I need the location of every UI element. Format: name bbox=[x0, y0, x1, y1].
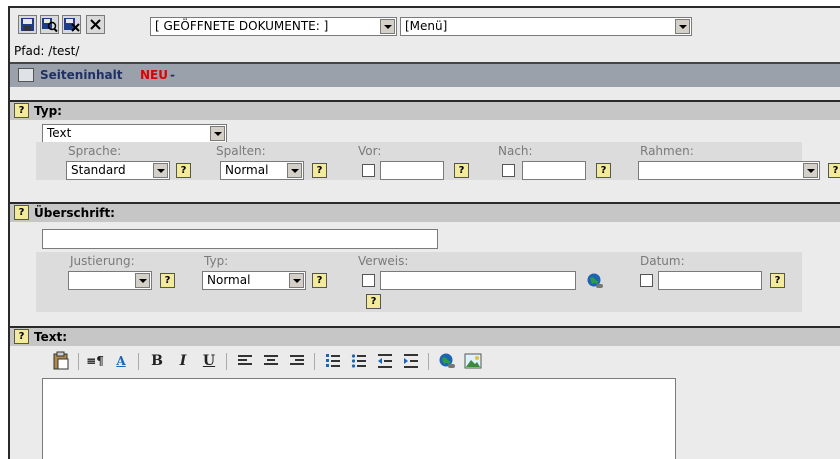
headline-typ-label: Typ: bbox=[204, 254, 229, 268]
nach-label: Nach: bbox=[498, 144, 533, 158]
paragraph-format-icon[interactable]: ≡¶ bbox=[84, 350, 106, 372]
rahmen-select[interactable] bbox=[638, 161, 820, 180]
typ-options-row: Sprache: Standard ? Spalten: Normal ? Vo… bbox=[36, 142, 820, 180]
save-and-close-icon[interactable] bbox=[62, 15, 81, 34]
headline-input[interactable] bbox=[42, 229, 438, 249]
help-icon[interactable]: ? bbox=[770, 273, 785, 288]
insert-link-icon[interactable] bbox=[436, 350, 458, 372]
save-icon[interactable] bbox=[18, 15, 37, 34]
section-typ-header: ? Typ: bbox=[10, 100, 840, 120]
unordered-list-icon[interactable] bbox=[348, 350, 370, 372]
new-badge: NEU bbox=[140, 68, 168, 82]
insert-image-icon[interactable] bbox=[462, 350, 484, 372]
datum-label: Datum: bbox=[640, 254, 685, 268]
datum-input[interactable] bbox=[658, 271, 762, 290]
bold-button[interactable]: B bbox=[146, 350, 168, 372]
align-center-icon[interactable] bbox=[260, 350, 282, 372]
help-icon[interactable]: ? bbox=[312, 273, 327, 288]
align-left-icon[interactable] bbox=[234, 350, 256, 372]
help-icon[interactable]: ? bbox=[14, 103, 29, 118]
section-typ-body: Text Sprache: Standard ? Spalten: Normal… bbox=[10, 120, 840, 200]
sprache-select[interactable]: Standard bbox=[66, 161, 170, 180]
font-color-glyph: A bbox=[116, 354, 126, 368]
help-icon[interactable]: ? bbox=[14, 329, 29, 344]
italic-button[interactable]: I bbox=[172, 350, 194, 372]
section-ueberschrift-body: Justierung: ? Typ: Normal ? Verweis: ? D… bbox=[10, 222, 840, 326]
chevron-down-icon bbox=[803, 163, 818, 178]
rte-toolbar: ≡¶ A B I U bbox=[42, 350, 682, 374]
spalten-label: Spalten: bbox=[216, 144, 266, 158]
close-icon[interactable] bbox=[86, 15, 105, 34]
chevron-down-icon bbox=[210, 126, 225, 141]
nach-input[interactable] bbox=[522, 161, 586, 180]
rahmen-label: Rahmen: bbox=[640, 144, 694, 158]
verweis-input[interactable] bbox=[380, 271, 576, 290]
help-icon[interactable]: ? bbox=[312, 163, 327, 178]
backend-frame: [ GEÖFFNETE DOKUMENTE: ] [Menü] Pfad: /t… bbox=[8, 6, 840, 459]
chevron-down-icon bbox=[135, 273, 150, 288]
chevron-down-icon bbox=[675, 19, 690, 34]
chevron-down-icon bbox=[289, 273, 304, 288]
chevron-down-icon bbox=[287, 163, 302, 178]
vor-input[interactable] bbox=[380, 161, 444, 180]
spalten-select[interactable]: Normal bbox=[220, 161, 304, 180]
vor-checkbox[interactable] bbox=[362, 164, 375, 177]
text-editor-area[interactable] bbox=[42, 378, 676, 459]
menu-select[interactable]: [Menü] bbox=[400, 17, 692, 36]
align-right-icon[interactable] bbox=[286, 350, 308, 372]
headline-typ-select[interactable]: Normal bbox=[202, 271, 306, 290]
content-element-icon bbox=[18, 68, 34, 82]
save-and-view-icon[interactable] bbox=[40, 15, 59, 34]
section-text-title: Text: bbox=[34, 330, 68, 344]
sprache-label: Sprache: bbox=[68, 144, 122, 158]
help-icon[interactable]: ? bbox=[176, 163, 191, 178]
nach-checkbox[interactable] bbox=[502, 164, 515, 177]
outdent-icon[interactable] bbox=[374, 350, 396, 372]
chevron-down-icon bbox=[380, 19, 395, 34]
section-text-body: ≡¶ A B I U bbox=[10, 346, 840, 459]
open-documents-select[interactable]: [ GEÖFFNETE DOKUMENTE: ] bbox=[150, 17, 397, 36]
paste-icon[interactable] bbox=[50, 350, 72, 372]
section-typ-title: Typ: bbox=[34, 104, 62, 118]
title-suffix: - bbox=[170, 68, 175, 82]
content-type-value: Text bbox=[47, 126, 72, 140]
open-documents-label: [ GEÖFFNETE DOKUMENTE: ] bbox=[155, 19, 329, 33]
underline-button[interactable]: U bbox=[198, 350, 220, 372]
ueberschrift-options-row: Justierung: ? Typ: Normal ? Verweis: ? D… bbox=[36, 252, 802, 312]
verweis-checkbox[interactable] bbox=[362, 274, 375, 287]
justierung-label: Justierung: bbox=[70, 254, 135, 268]
verweis-label: Verweis: bbox=[358, 254, 409, 268]
spalten-value: Normal bbox=[225, 163, 269, 177]
vor-label: Vor: bbox=[358, 144, 382, 158]
help-icon[interactable]: ? bbox=[160, 273, 175, 288]
font-color-icon[interactable]: A bbox=[110, 350, 132, 372]
chevron-down-icon bbox=[153, 163, 168, 178]
headline-typ-value: Normal bbox=[207, 273, 251, 287]
page-header-bar: Seiteninhalt NEU - bbox=[10, 62, 840, 87]
datum-checkbox[interactable] bbox=[640, 274, 653, 287]
page-title: Seiteninhalt bbox=[40, 68, 123, 82]
section-ueberschrift-header: ? Überschrift: bbox=[10, 202, 840, 222]
sprache-value: Standard bbox=[71, 163, 126, 177]
justierung-select[interactable] bbox=[68, 271, 152, 290]
path-label: Pfad: /test/ bbox=[14, 44, 80, 58]
help-icon[interactable]: ? bbox=[596, 163, 611, 178]
link-globe-icon[interactable] bbox=[586, 272, 604, 290]
section-ueberschrift-title: Überschrift: bbox=[34, 206, 115, 220]
help-icon[interactable]: ? bbox=[14, 205, 29, 220]
ordered-list-icon[interactable] bbox=[322, 350, 344, 372]
help-icon[interactable]: ? bbox=[828, 163, 840, 178]
indent-icon[interactable] bbox=[400, 350, 422, 372]
content-type-select[interactable]: Text bbox=[42, 124, 227, 143]
menu-label: [Menü] bbox=[405, 19, 448, 33]
section-text-header: ? Text: bbox=[10, 326, 840, 346]
help-icon[interactable]: ? bbox=[366, 294, 381, 309]
help-icon[interactable]: ? bbox=[454, 163, 469, 178]
